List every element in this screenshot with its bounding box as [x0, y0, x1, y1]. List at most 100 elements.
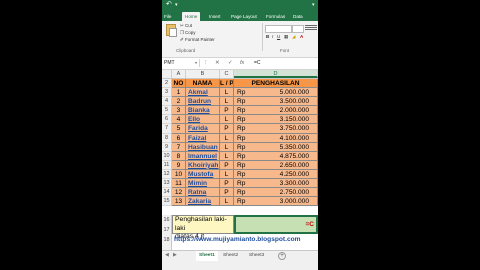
undo-icon[interactable]: ↶	[166, 1, 172, 9]
cell-lp[interactable]: L	[220, 169, 234, 180]
cell-nama[interactable]: Ratna	[186, 188, 220, 198]
cell-no[interactable]: 9	[172, 160, 186, 170]
tab-formulas[interactable]: Formulas	[266, 12, 285, 21]
tab-home[interactable]: Home	[182, 12, 201, 21]
column-header-b[interactable]: B	[186, 70, 220, 78]
cell-lp[interactable]: P	[220, 188, 234, 198]
formula-input[interactable]: =C	[254, 59, 261, 67]
cell-no[interactable]: 12	[172, 188, 186, 198]
tab-data[interactable]: Data	[293, 12, 303, 21]
row-header[interactable]: 5	[162, 106, 172, 116]
column-header-d[interactable]: D	[234, 70, 318, 78]
cell-lp[interactable]: L	[220, 97, 234, 107]
more-icon[interactable]: ▾	[312, 1, 315, 9]
cell-lp[interactable]: P	[220, 179, 234, 189]
name-box[interactable]: PMT ▾	[162, 59, 200, 67]
row-header[interactable]: 18	[162, 235, 172, 250]
insert-function-icon[interactable]: fx	[240, 59, 244, 67]
prev-sheet-icon[interactable]: ◀	[165, 252, 169, 258]
tab-page-layout[interactable]: Page Layout	[231, 12, 257, 21]
row-header[interactable]: 3	[162, 88, 172, 98]
cell-penghasilan[interactable]: Rp 3.000.000	[234, 197, 318, 207]
cell-no[interactable]: 6	[172, 133, 186, 143]
cell-penghasilan[interactable]: Rp 3.150.000	[234, 115, 318, 125]
row-header[interactable]: 14	[162, 188, 172, 198]
row-header[interactable]: 9	[162, 142, 172, 152]
cell-nama[interactable]: Farida	[186, 124, 220, 134]
row-header[interactable]: 12	[162, 169, 172, 180]
cell-nama[interactable]: Zakaria	[186, 197, 220, 207]
cell-lp[interactable]: L	[220, 88, 234, 98]
font-size-box[interactable]	[292, 25, 304, 33]
cell-no[interactable]: 5	[172, 124, 186, 134]
cell-nama[interactable]: Akmal	[186, 88, 220, 98]
row-header[interactable]: 8	[162, 133, 172, 143]
cell-lp[interactable]: L	[220, 151, 234, 161]
cell-nama[interactable]: Badrun	[186, 97, 220, 107]
cell-penghasilan[interactable]: Rp 2.000.000	[234, 106, 318, 116]
bold-button[interactable]: B	[266, 34, 269, 39]
row-header[interactable]: 17	[162, 225, 172, 235]
format-painter-button[interactable]: Format Painter	[185, 37, 215, 42]
cell-lp[interactable]: L	[220, 197, 234, 207]
cell-nama[interactable]: Khoiriyah	[186, 160, 220, 170]
cell-lp[interactable]: P	[220, 124, 234, 134]
row-header[interactable]: 6	[162, 115, 172, 125]
cell-no[interactable]: 10	[172, 169, 186, 180]
header-penghasilan[interactable]: PENGHASILAN	[234, 79, 318, 89]
tab-insert[interactable]: Insert	[209, 12, 221, 21]
cell-penghasilan[interactable]: Rp 4.875.000	[234, 151, 318, 161]
row-header[interactable]: 13	[162, 179, 172, 189]
cell-no[interactable]: 11	[172, 179, 186, 189]
cut-button[interactable]: Cut	[185, 23, 192, 28]
cancel-icon[interactable]: ✕	[215, 59, 220, 67]
row-header[interactable]: 2	[162, 79, 172, 89]
column-header-a[interactable]: A	[172, 70, 186, 78]
cell-penghasilan[interactable]: Rp 4.100.000	[234, 133, 318, 143]
cell-nama[interactable]: Imannuel	[186, 151, 220, 161]
cell-lp[interactable]: L	[220, 142, 234, 152]
cell-penghasilan[interactable]: Rp 3.300.000	[234, 179, 318, 189]
active-formula-cell[interactable]: =C	[234, 215, 318, 234]
font-color-icon[interactable]: A	[300, 34, 303, 39]
cell-no[interactable]: 3	[172, 106, 186, 116]
fill-color-icon[interactable]: ◢	[292, 34, 295, 40]
align-left-icon[interactable]	[305, 24, 317, 32]
cell-no[interactable]: 13	[172, 197, 186, 207]
cell-lp[interactable]: P	[220, 160, 234, 170]
row-header[interactable]: 16	[162, 215, 172, 225]
cell-penghasilan[interactable]: Rp 2.650.000	[234, 160, 318, 170]
cell-lp[interactable]: P	[220, 106, 234, 116]
header-lp[interactable]: L / P	[220, 79, 234, 89]
borders-icon[interactable]: ▦	[284, 34, 288, 40]
sheet-tab-sheet2[interactable]: Sheet2	[223, 251, 238, 261]
row-header[interactable]: 7	[162, 124, 172, 134]
cell-no[interactable]: 7	[172, 142, 186, 152]
cell-no[interactable]: 4	[172, 115, 186, 125]
cell-penghasilan[interactable]: Rp 3.500.000	[234, 97, 318, 107]
header-nama[interactable]: NAMA	[186, 79, 220, 89]
cell-penghasilan[interactable]: Rp 5.350.000	[234, 142, 318, 152]
criteria-note-cell[interactable]: Penghasilan laki-laki diatas 4 jt	[172, 215, 234, 240]
spreadsheet-grid[interactable]: 2 NO NAMA L / P PENGHASILAN 3 1 Akmal L Rp 5.…	[162, 79, 318, 207]
cell-nama[interactable]: Mimin	[186, 179, 220, 189]
row-header[interactable]: 15	[162, 197, 172, 207]
cell-nama[interactable]: Mustofa	[186, 169, 220, 180]
cell-nama[interactable]: Hasibuan	[186, 142, 220, 152]
row-header[interactable]: 4	[162, 97, 172, 107]
copy-button[interactable]: Copy	[185, 30, 196, 35]
cell-nama[interactable]: Ello	[186, 115, 220, 125]
dropdown-icon[interactable]: ▾	[175, 1, 178, 9]
add-sheet-button[interactable]: +	[278, 252, 286, 260]
cell-nama[interactable]: Bianka	[186, 106, 220, 116]
cell-penghasilan[interactable]: Rp 2.750.000	[234, 188, 318, 198]
cell-penghasilan[interactable]: Rp 4.250.000	[234, 169, 318, 180]
row-header[interactable]: 11	[162, 160, 172, 170]
row-header[interactable]: 10	[162, 151, 172, 161]
cell-lp[interactable]: L	[220, 133, 234, 143]
cell-no[interactable]: 8	[172, 151, 186, 161]
column-header-c[interactable]: C	[220, 70, 234, 78]
enter-icon[interactable]: ✓	[228, 59, 233, 67]
italic-button[interactable]: I	[272, 34, 273, 39]
cell-penghasilan[interactable]: Rp 5.000.000	[234, 88, 318, 98]
